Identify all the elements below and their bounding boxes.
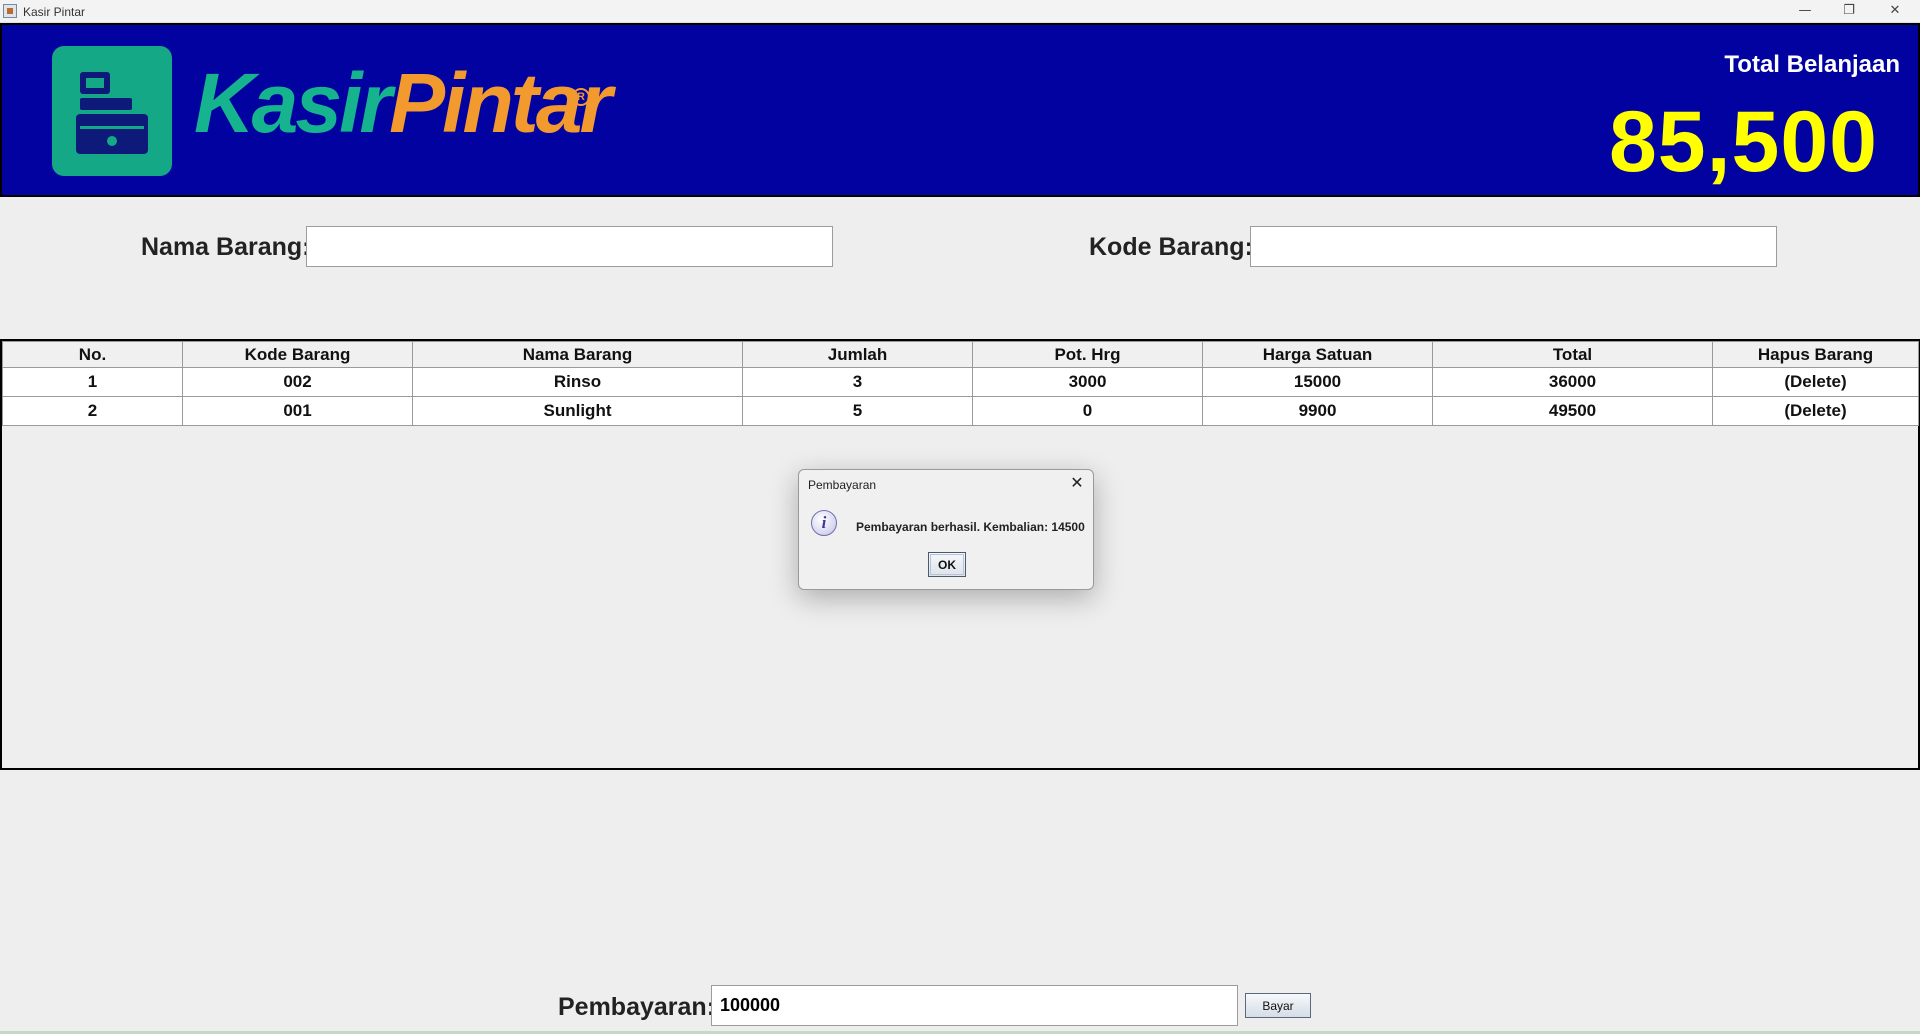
window-titlebar: Kasir Pintar — ❐ ✕ xyxy=(0,0,1920,23)
column-header-total[interactable]: Total xyxy=(1432,341,1713,368)
dialog-message: Pembayaran berhasil. Kembalian: 14500 xyxy=(856,520,1085,534)
java-app-icon xyxy=(3,4,17,18)
cell-jumlah[interactable]: 5 xyxy=(742,396,973,426)
kode-barang-label: Kode Barang: xyxy=(1089,233,1253,261)
table-row[interactable]: 1 002 Rinso 3 3000 15000 36000 (Delete) xyxy=(2,367,1919,397)
cell-nama-barang[interactable]: Rinso xyxy=(412,367,743,397)
pembayaran-label: Pembayaran: xyxy=(558,993,716,1021)
cell-nama-barang[interactable]: Sunlight xyxy=(412,396,743,426)
info-icon: i xyxy=(811,510,837,536)
dialog-ok-button[interactable]: OK xyxy=(928,552,966,577)
cell-no[interactable]: 1 xyxy=(2,367,183,397)
restore-button[interactable]: ❐ xyxy=(1826,0,1872,22)
cell-pot-hrg[interactable]: 3000 xyxy=(972,367,1203,397)
total-belanjaan-value: 85,500 xyxy=(1608,94,1878,190)
logo-text-kasir: Kasir xyxy=(194,56,392,150)
column-header-nama-barang[interactable]: Nama Barang xyxy=(412,341,743,368)
column-header-jumlah[interactable]: Jumlah xyxy=(742,341,973,368)
delete-item-button[interactable]: (Delete) xyxy=(1712,396,1919,426)
kode-barang-input[interactable] xyxy=(1250,226,1777,267)
column-header-hapus-barang[interactable]: Hapus Barang xyxy=(1712,341,1919,368)
bayar-button[interactable]: Bayar xyxy=(1245,993,1311,1018)
dialog-close-button[interactable]: ✕ xyxy=(1067,473,1087,493)
column-header-harga-satuan[interactable]: Harga Satuan xyxy=(1202,341,1433,368)
nama-barang-input[interactable] xyxy=(306,226,833,267)
cell-total[interactable]: 49500 xyxy=(1432,396,1713,426)
registered-mark-icon: R xyxy=(572,88,590,106)
cell-no[interactable]: 2 xyxy=(2,396,183,426)
cell-harga-satuan[interactable]: 15000 xyxy=(1202,367,1433,397)
pembayaran-input[interactable] xyxy=(711,985,1238,1026)
cell-harga-satuan[interactable]: 9900 xyxy=(1202,396,1433,426)
nama-barang-label: Nama Barang: xyxy=(141,233,311,261)
window-title: Kasir Pintar xyxy=(23,5,86,19)
cart-table: No. Kode Barang Nama Barang Jumlah Pot. … xyxy=(2,341,1919,426)
cell-total[interactable]: 36000 xyxy=(1432,367,1713,397)
delete-item-button[interactable]: (Delete) xyxy=(1712,367,1919,397)
header-banner: KasirPintar R Total Belanjaan 85,500 xyxy=(0,23,1920,197)
close-window-button[interactable]: ✕ xyxy=(1872,0,1918,22)
cell-jumlah[interactable]: 3 xyxy=(742,367,973,397)
table-header-row: No. Kode Barang Nama Barang Jumlah Pot. … xyxy=(2,341,1919,368)
cell-kode-barang[interactable]: 002 xyxy=(182,367,413,397)
table-row[interactable]: 2 001 Sunlight 5 0 9900 49500 (Delete) xyxy=(2,396,1919,426)
column-header-no[interactable]: No. xyxy=(2,341,183,368)
column-header-kode-barang[interactable]: Kode Barang xyxy=(182,341,413,368)
cell-pot-hrg[interactable]: 0 xyxy=(972,396,1203,426)
kasir-pintar-logo-text: KasirPintar xyxy=(194,55,612,152)
column-header-pot-hrg[interactable]: Pot. Hrg xyxy=(972,341,1203,368)
dialog-title: Pembayaran xyxy=(808,478,877,492)
payment-success-dialog: Pembayaran ✕ i Pembayaran berhasil. Kemb… xyxy=(798,469,1094,590)
total-belanjaan-label: Total Belanjaan xyxy=(1724,51,1900,78)
minimize-button[interactable]: — xyxy=(1782,0,1828,22)
cell-kode-barang[interactable]: 001 xyxy=(182,396,413,426)
cash-register-logo-icon xyxy=(52,46,172,176)
